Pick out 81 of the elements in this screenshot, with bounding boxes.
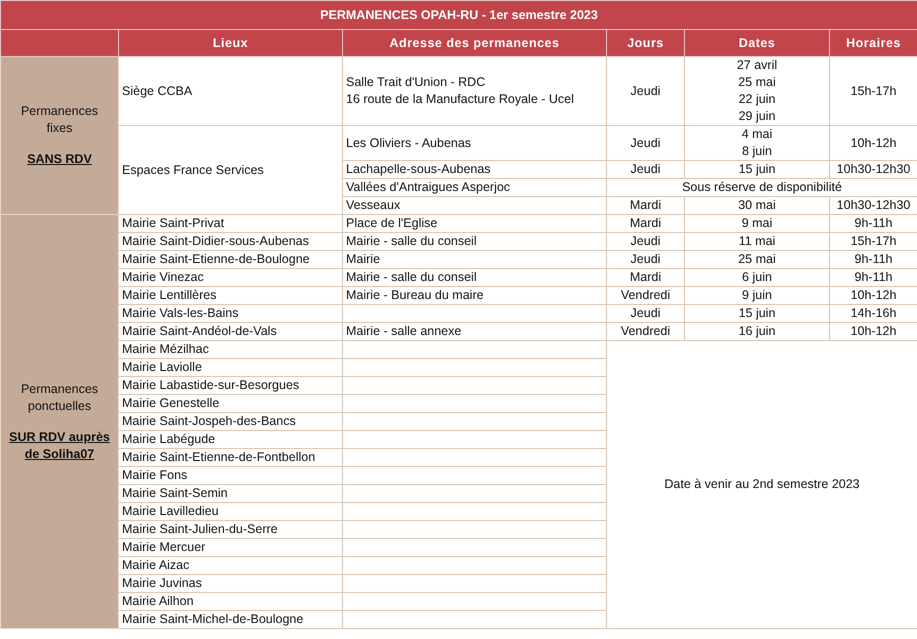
table-cell: Mairie Laviolle <box>118 358 342 376</box>
table-title: PERMANENCES OPAH-RU - 1er semestre 2023 <box>0 0 917 30</box>
table-cell: Mairie Mercuer <box>118 538 342 556</box>
table-cell: 27 avril 25 mai 22 juin 29 juin <box>684 56 830 126</box>
table-cell: Mairie Labastide-sur-Besorgues <box>118 376 342 394</box>
table-cell: 4 mai 8 juin <box>684 126 830 160</box>
table-cell: Mairie Saint-Privat <box>118 214 342 232</box>
table-cell: 15 juin <box>684 304 830 322</box>
section-note: SUR RDV auprès de Soliha07 <box>8 428 111 462</box>
table-cell: 30 mai <box>684 196 830 214</box>
table-cell: Sous réserve de disponibilité <box>606 178 917 196</box>
column-header: Lieux <box>118 30 342 56</box>
table-cell: Mairie Aizac <box>118 556 342 574</box>
table-cell: Vendredi <box>606 286 684 304</box>
table-cell: Mairie Lavilledieu <box>118 502 342 520</box>
table-cell: Espaces France Services <box>118 126 342 214</box>
table-cell: Vallées d'Antraigues Asperjoc <box>342 178 606 196</box>
table-cell: 10h30-12h30 <box>830 196 917 214</box>
table-cell: Mairie Mézilhac <box>118 340 342 358</box>
table-cell: Jeudi <box>606 56 684 126</box>
table-cell: 10h30-12h30 <box>830 160 917 178</box>
table-cell: Mairie Saint-Jospeh-des-Bancs <box>118 412 342 430</box>
table-cell: Mairie - salle du conseil <box>342 268 606 286</box>
table-cell: 9 mai <box>684 214 830 232</box>
table-cell: Les Oliviers - Aubenas <box>342 126 606 160</box>
table-cell: Mairie Saint-Didier-sous-Aubenas <box>118 232 342 250</box>
table-cell: Mairie - salle annexe <box>342 322 606 340</box>
table-cell: 9h-11h <box>830 250 917 268</box>
table-cell: Mairie Saint-Julien-du-Serre <box>118 520 342 538</box>
table-cell: Mairie - Bureau du maire <box>342 286 606 304</box>
table-cell: Mairie Saint-Semin <box>118 484 342 502</box>
table-cell: Place de l'Eglise <box>342 214 606 232</box>
table-cell: 10h-12h <box>830 126 917 160</box>
table-cell: Siège CCBA <box>118 56 342 126</box>
table-cell: Date à venir au 2nd semestre 2023 <box>606 340 917 628</box>
table-cell: Mairie Saint-Etienne-de-Boulogne <box>118 250 342 268</box>
table-cell: Jeudi <box>606 304 684 322</box>
table-cell: Mairie Vinezac <box>118 268 342 286</box>
table-cell: 16 juin <box>684 322 830 340</box>
table-cell: 10h-12h <box>830 286 917 304</box>
table-cell: 25 mai <box>684 250 830 268</box>
table-cell: 14h-16h <box>830 304 917 322</box>
table-cell: Salle Trait d'Union - RDC 16 route de la Manufacture Royale - Ucel <box>342 56 606 126</box>
table-cell: 15h-17h <box>830 56 917 126</box>
column-header: Adresse des permanences <box>342 30 606 56</box>
table-cell: Jeudi <box>606 160 684 178</box>
table-cell: 9h-11h <box>830 268 917 286</box>
section-label: Permanences fixes <box>20 103 100 137</box>
column-header: Jours <box>606 30 684 56</box>
table-cell: Mairie Fons <box>118 466 342 484</box>
table-cell: Mardi <box>606 268 684 286</box>
table-cell: Mairie Saint-Michel-de-Boulogne <box>118 610 342 628</box>
table-cell: 11 mai <box>684 232 830 250</box>
table-cell: Mairie Saint-Etienne-de-Fontbellon <box>118 448 342 466</box>
table-cell: Mairie Juvinas <box>118 574 342 592</box>
table-cell: Vesseaux <box>342 196 606 214</box>
table-cell: Mardi <box>606 196 684 214</box>
table-cell: Mairie Labégude <box>118 430 342 448</box>
column-header: Dates <box>684 30 830 56</box>
table-cell: Mairie Lentillères <box>118 286 342 304</box>
table-cell: 10h-12h <box>830 322 917 340</box>
table-cell: 6 juin <box>684 268 830 286</box>
section-label: Permanences ponctuelles <box>20 380 100 414</box>
table-cell: 9 juin <box>684 286 830 304</box>
table-cell: Lachapelle-sous-Aubenas <box>342 160 606 178</box>
table-cell: 9h-11h <box>830 214 917 232</box>
table-cell: 15h-17h <box>830 232 917 250</box>
table-cell: Mairie Vals-les-Bains <box>118 304 342 322</box>
table-cell: Mairie - salle du conseil <box>342 232 606 250</box>
column-header: Horaires <box>830 30 917 56</box>
table-cell: Mairie Genestelle <box>118 394 342 412</box>
table-cell: 15 juin <box>684 160 830 178</box>
table-cell: Mairie Ailhon <box>118 592 342 610</box>
table-cell: Mardi <box>606 214 684 232</box>
table-cell: Vendredi <box>606 322 684 340</box>
table-cell: Jeudi <box>606 232 684 250</box>
table-cell: Mairie Saint-Andéol-de-Vals <box>118 322 342 340</box>
table-cell: Jeudi <box>606 126 684 160</box>
table-cell: Jeudi <box>606 250 684 268</box>
table-cell: Mairie <box>342 250 606 268</box>
section-note: SANS RDV <box>26 151 93 168</box>
